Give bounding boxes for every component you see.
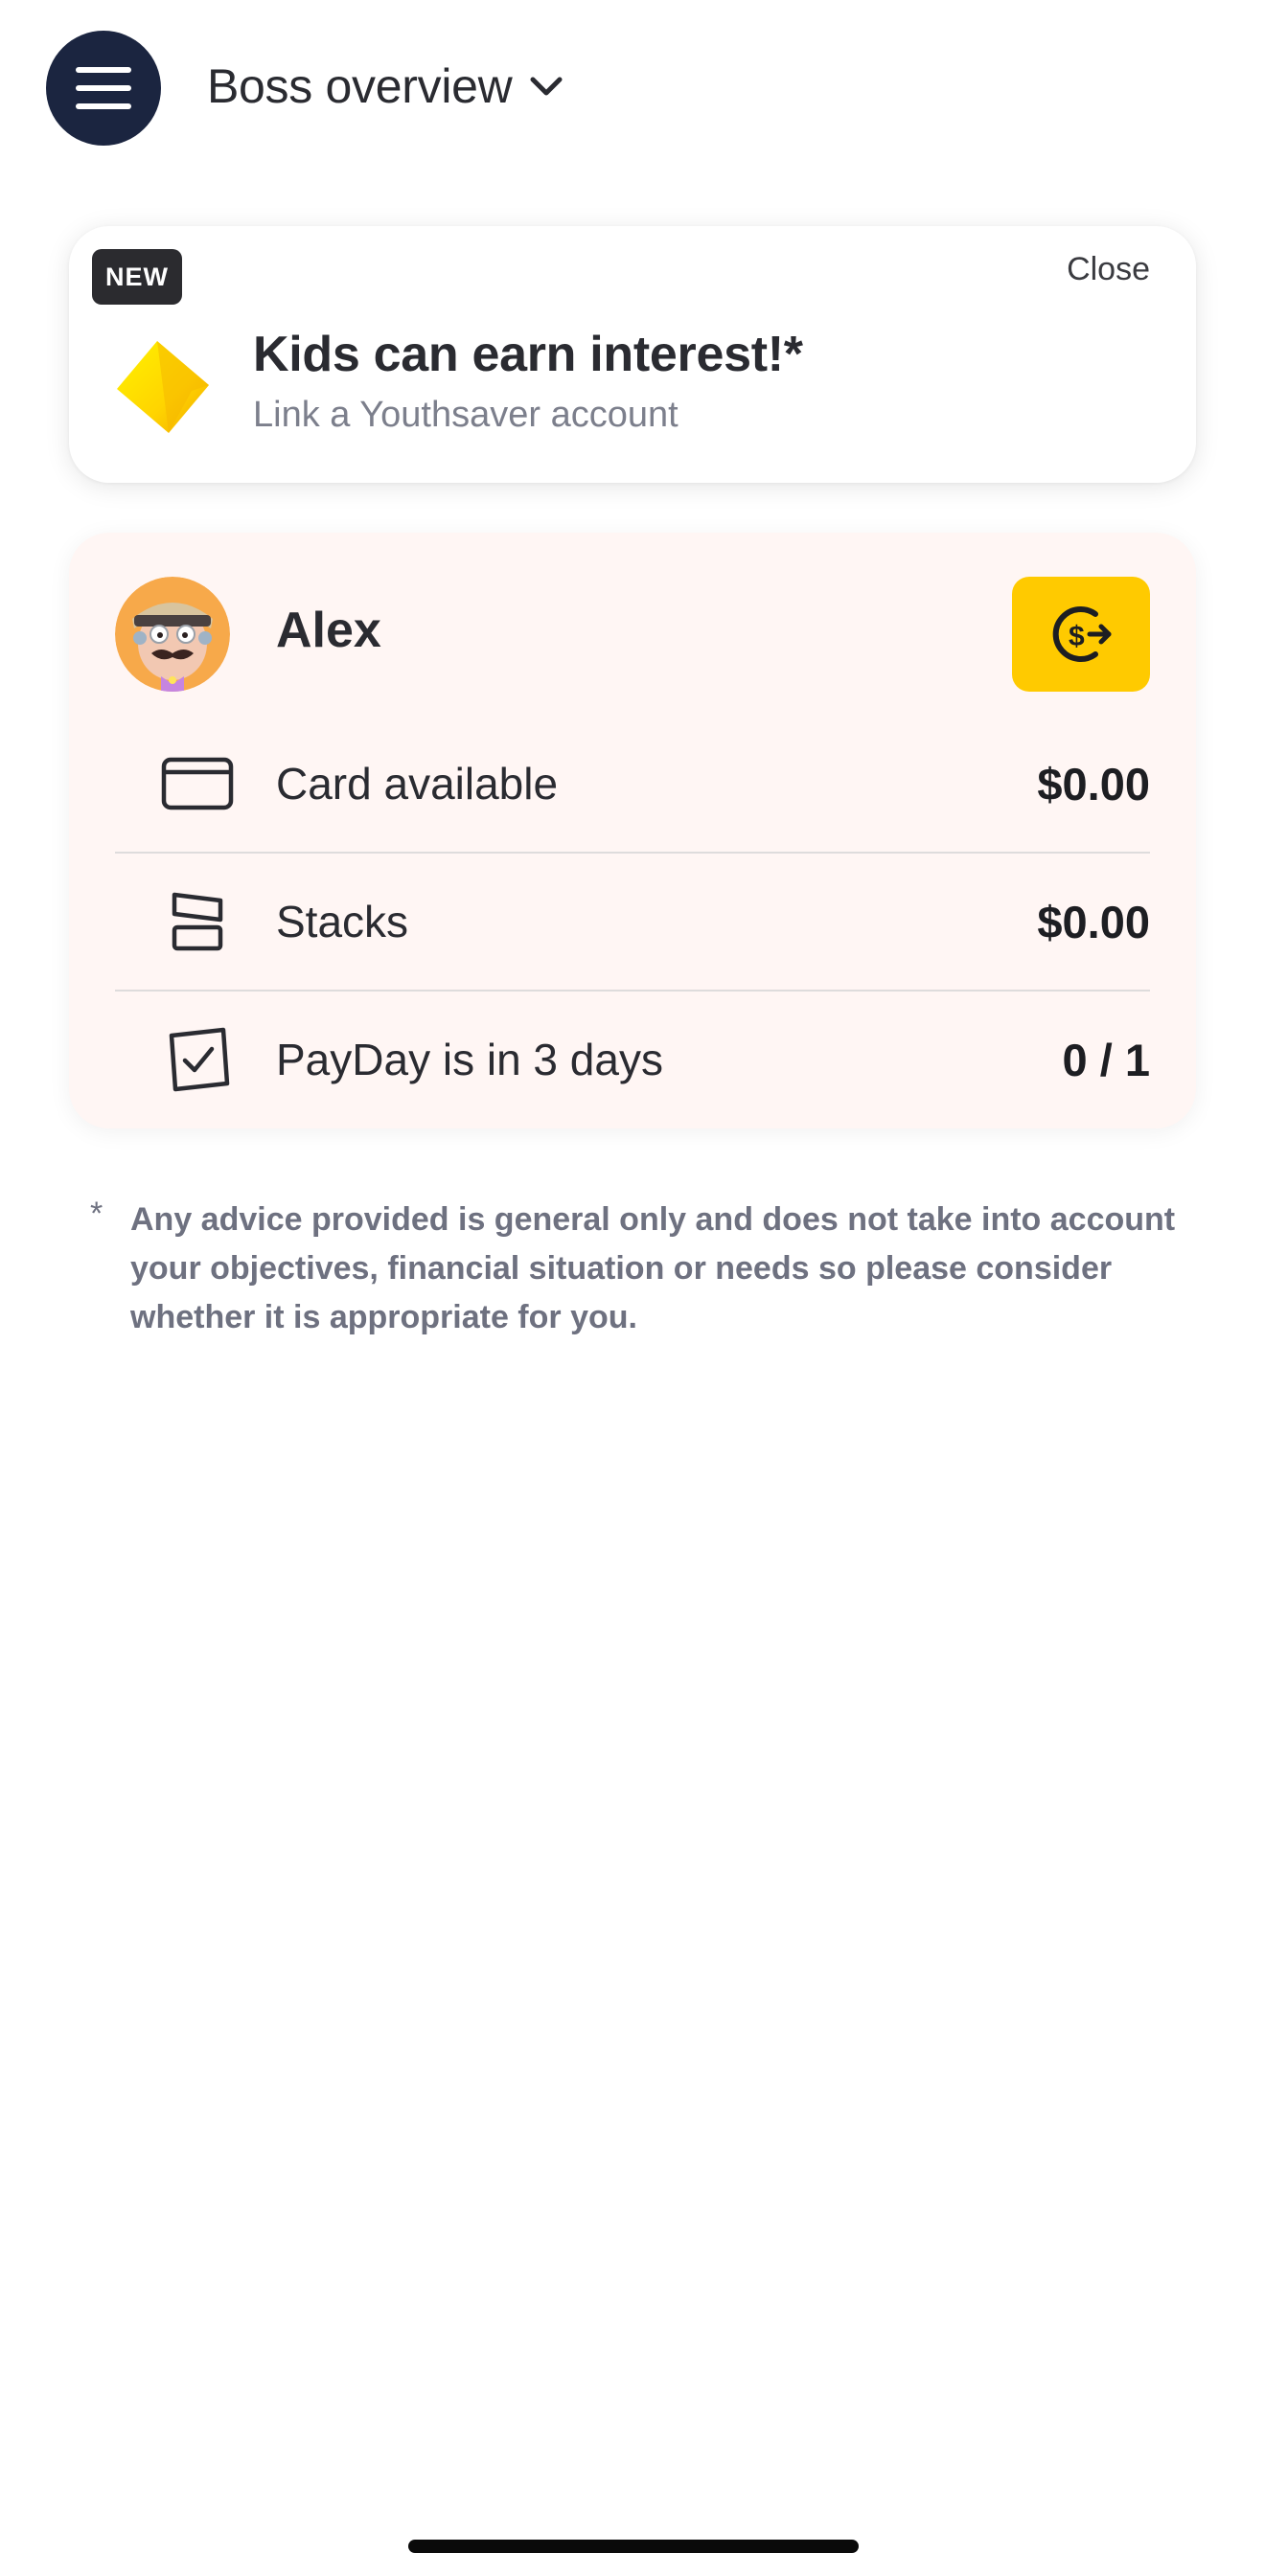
avatar-image xyxy=(115,577,230,692)
close-button[interactable]: Close xyxy=(1067,251,1150,288)
page-title: Boss overview xyxy=(207,59,513,113)
svg-text:$: $ xyxy=(1069,621,1085,652)
dollar-transfer-icon: $ xyxy=(1052,606,1112,662)
boss-overview-screen: Boss overview NEW Close Kids can earn in… xyxy=(0,0,1265,2576)
hamburger-icon xyxy=(76,67,131,109)
avatar[interactable] xyxy=(115,577,230,692)
promo-card[interactable]: NEW Close Kids can earn interest!* Link … xyxy=(69,226,1196,483)
chevron-down-icon xyxy=(530,77,563,96)
promo-link-subtitle[interactable]: Link a Youthsaver account xyxy=(253,395,678,436)
commbank-diamond-icon xyxy=(117,341,209,433)
disclaimer-text: Any advice provided is general only and … xyxy=(130,1201,1176,1335)
stacks-icon xyxy=(159,883,236,960)
card-available-row[interactable]: Card available $0.00 xyxy=(115,715,1150,853)
row-label: PayDay is in 3 days xyxy=(276,1035,663,1084)
row-value: $0.00 xyxy=(1037,758,1150,809)
checkbox-icon xyxy=(159,1021,236,1098)
stacks-row[interactable]: Stacks $0.00 xyxy=(115,853,1150,991)
menu-button[interactable] xyxy=(46,31,161,146)
new-badge: NEW xyxy=(92,249,182,305)
payday-row[interactable]: PayDay is in 3 days 0 / 1 xyxy=(115,991,1150,1128)
child-card[interactable]: Alex $ Card available $0.00 Stacks $0.00… xyxy=(69,533,1196,1128)
row-value: $0.00 xyxy=(1037,896,1150,947)
disclaimer-marker: * xyxy=(90,1196,104,1232)
row-value: 0 / 1 xyxy=(1062,1034,1150,1085)
transfer-money-button[interactable]: $ xyxy=(1012,577,1150,692)
row-label: Card available xyxy=(276,759,559,809)
account-switcher[interactable]: Boss overview xyxy=(207,50,564,123)
child-name: Alex xyxy=(276,603,381,658)
home-indicator[interactable] xyxy=(408,2540,859,2553)
card-icon xyxy=(159,745,236,822)
row-label: Stacks xyxy=(276,897,409,946)
promo-title: Kids can earn interest!* xyxy=(253,327,803,382)
